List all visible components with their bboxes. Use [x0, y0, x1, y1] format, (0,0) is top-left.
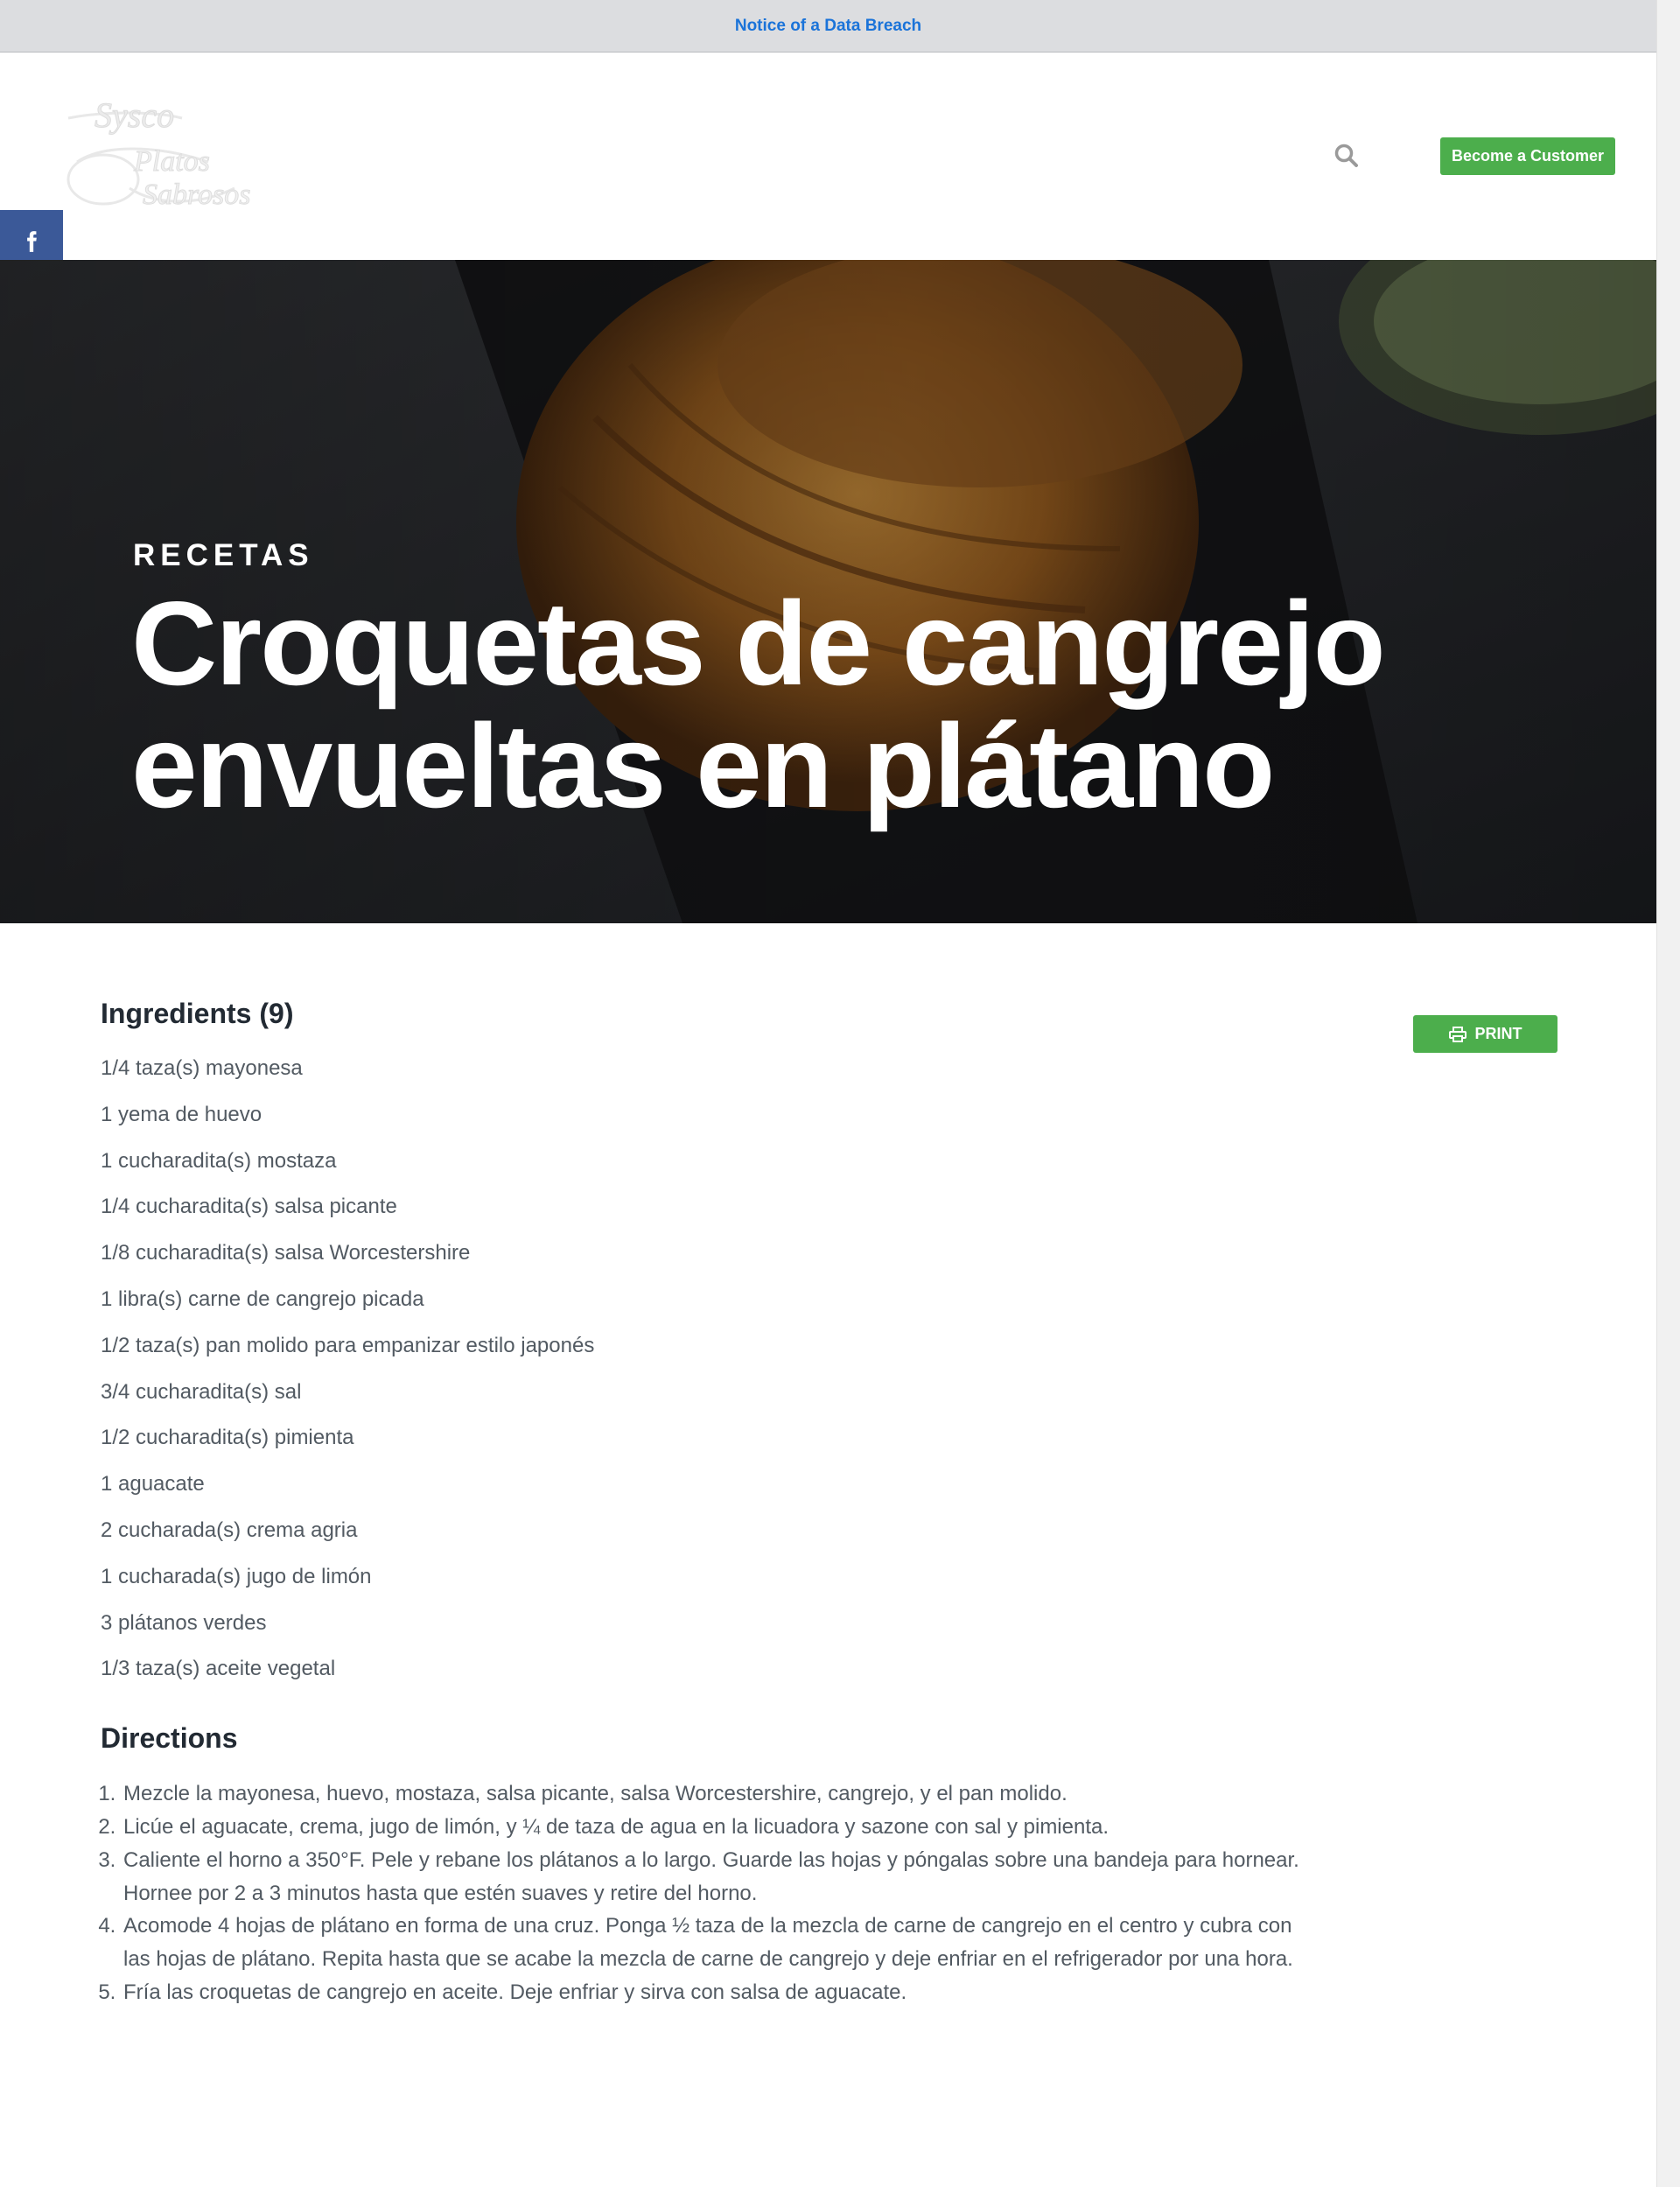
ingredient-item: 1/2 cucharadita(s) pimienta — [101, 1426, 354, 1450]
svg-text:Sabrosos: Sabrosos — [143, 179, 250, 211]
page-scrollbar[interactable] — [1656, 0, 1680, 2187]
direction-step: Acomode 4 hojas de plátano en forma de u… — [122, 1910, 1308, 1976]
data-breach-notice-bar: Notice of a Data Breach — [0, 0, 1656, 53]
page-title-line-1: Croquetas de cangrejo — [131, 577, 1386, 710]
svg-text:Platos: Platos — [133, 145, 210, 178]
direction-step: Fría las croquetas de cangrejo en aceite… — [122, 1976, 1308, 2009]
ingredient-item: 1 aguacate — [101, 1472, 205, 1497]
recipe-content: Ingredients (9) PRINT 1/4 taza(s) mayone… — [101, 998, 1588, 2009]
ingredient-item: 1/3 taza(s) aceite vegetal — [101, 1657, 336, 1681]
become-customer-button[interactable]: Become a Customer — [1440, 137, 1615, 175]
directions-title: Directions — [101, 1722, 238, 1755]
ingredient-item: 3 plátanos verdes — [101, 1610, 267, 1635]
ingredient-item: 1 cucharadita(s) mostaza — [101, 1148, 337, 1173]
print-label: PRINT — [1474, 1025, 1522, 1042]
svg-text:Sysco: Sysco — [94, 95, 174, 135]
page-title-line-2: envueltas en plátano — [131, 699, 1275, 832]
ingredient-item: 1/8 cucharadita(s) salsa Worcestershire — [101, 1241, 471, 1265]
ingredient-item: 1 cucharada(s) jugo de limón — [101, 1564, 372, 1588]
ingredient-item: 3/4 cucharadita(s) sal — [101, 1379, 302, 1404]
ingredients-list: 1/4 taza(s) mayonesa 1 yema de huevo 1 c… — [101, 1046, 1588, 1693]
print-button[interactable]: PRINT — [1413, 1015, 1558, 1053]
print-icon — [1448, 1026, 1466, 1042]
search-icon[interactable] — [1334, 143, 1360, 169]
data-breach-notice-link[interactable]: Notice of a Data Breach — [735, 17, 921, 36]
hero-eyebrow: RECETAS — [133, 538, 314, 572]
hero-banner: RECETAS Croquetas de cangrejo envueltas … — [0, 260, 1656, 923]
direction-step: Licúe el aguacate, crema, jugo de limón,… — [122, 1811, 1308, 1844]
ingredient-item: 2 cucharada(s) crema agria — [101, 1518, 358, 1542]
ingredient-item: 1/4 cucharadita(s) salsa picante — [101, 1195, 397, 1219]
ingredient-item: 1/2 taza(s) pan molido para empanizar es… — [101, 1333, 595, 1357]
direction-step: Caliente el horno a 350°F. Pele y rebane… — [122, 1844, 1308, 1910]
ingredient-item: 1/4 taza(s) mayonesa — [101, 1056, 303, 1080]
facebook-icon — [27, 231, 37, 252]
sysco-logo[interactable]: Sysco Platos Sabrosos — [51, 92, 256, 223]
ingredient-item: 1 yema de huevo — [101, 1102, 262, 1126]
ingredient-item: 1 libra(s) carne de cangrejo picada — [101, 1286, 424, 1311]
direction-step: Mezcle la mayonesa, huevo, mostaza, sals… — [122, 1777, 1308, 1811]
ingredients-title: Ingredients (9) — [101, 998, 294, 1029]
directions-list: Mezcle la mayonesa, huevo, mostaza, sals… — [101, 1777, 1308, 2009]
page-title: Croquetas de cangrejo envueltas en pláta… — [131, 582, 1619, 827]
